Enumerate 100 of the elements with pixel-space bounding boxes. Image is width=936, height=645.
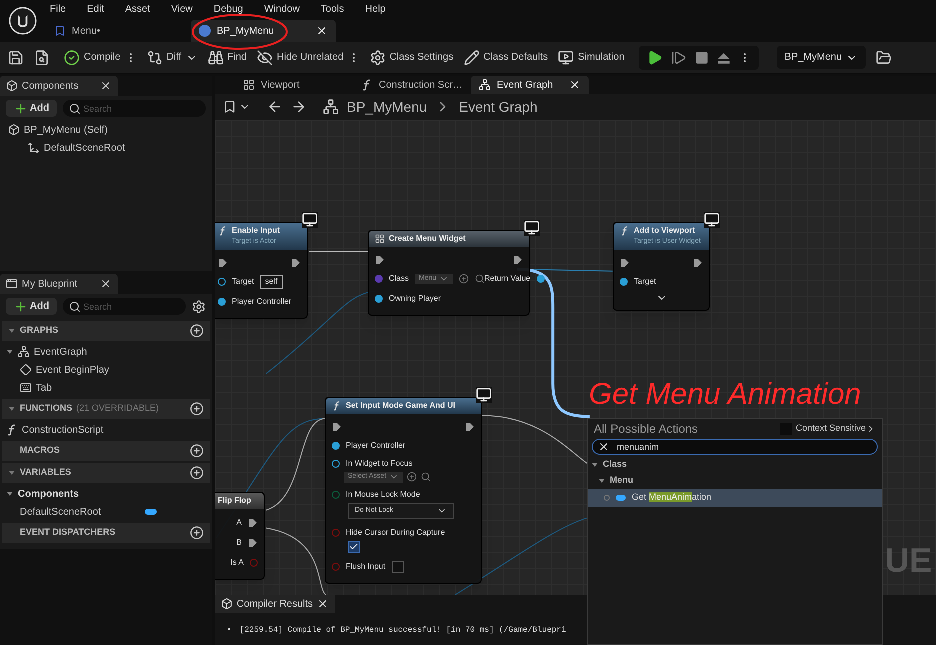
tree-item[interactable]: EventGraph [34, 344, 88, 360]
section-header[interactable]: EVENT DISPATCHERS [2, 523, 210, 543]
menu-item[interactable]: Window [264, 2, 300, 16]
menu-item[interactable]: View [171, 2, 193, 16]
toolbar-button[interactable]: Simulation [558, 50, 625, 66]
expand-arrow-icon[interactable] [6, 490, 14, 498]
graph-icon [18, 346, 30, 358]
logo-icon[interactable] [9, 7, 37, 35]
binoculars-icon [208, 50, 224, 66]
clear-icon[interactable] [598, 441, 610, 453]
graph-node[interactable]: Flip Flop A B Is A [215, 492, 265, 580]
use-asset-icon[interactable] [458, 274, 469, 284]
tree-item[interactable]: BP_MyMenu (Self) [24, 122, 108, 138]
debug-object-dropdown[interactable]: BP_MyMenu [776, 46, 866, 69]
expand-arrow-icon[interactable] [8, 405, 16, 413]
close-icon[interactable] [569, 79, 581, 91]
exec-pin-icon [375, 255, 385, 265]
play-controls[interactable] [638, 46, 759, 70]
toolbar-button[interactable]: Compile [64, 50, 121, 66]
tree-item[interactable]: DefaultSceneRoot [44, 140, 126, 156]
close-icon[interactable] [316, 25, 328, 37]
add-icon[interactable] [190, 444, 204, 458]
add-icon[interactable] [190, 526, 204, 540]
document-tab[interactable]: Menu• [46, 20, 191, 42]
eject-icon[interactable] [716, 50, 731, 64]
expand-arrow-icon[interactable] [8, 469, 16, 477]
step-icon[interactable] [670, 50, 687, 66]
toolbar-button[interactable]: Class Defaults [464, 50, 548, 66]
bookmark-icon[interactable] [223, 100, 237, 114]
toolbar-button[interactable]: Diff [146, 50, 198, 66]
checkbox[interactable] [392, 561, 404, 573]
tree-item[interactable]: Components [18, 486, 80, 502]
breadcrumb-item[interactable]: BP_MyMenu [347, 96, 428, 118]
save-icon[interactable] [8, 50, 24, 66]
document-tab[interactable]: BP_MyMenu [191, 20, 336, 42]
diamond-icon [20, 364, 32, 376]
close-icon[interactable] [100, 80, 112, 92]
editor-tab[interactable]: Viewport [235, 76, 353, 94]
play-icon[interactable] [646, 50, 663, 66]
section-header[interactable]: VARIABLES [2, 463, 210, 483]
add-button[interactable]: Add [6, 100, 58, 117]
plus-icon [14, 300, 28, 314]
breadcrumb-item[interactable]: Event Graph [459, 96, 538, 118]
add-icon[interactable] [190, 324, 204, 338]
menu-item[interactable]: File [50, 2, 66, 16]
folder-icon[interactable] [876, 50, 892, 66]
tree-item[interactable]: Event BeginPlay [36, 362, 110, 378]
expand-arrow-icon[interactable] [591, 461, 599, 469]
search-field[interactable]: menuanim [592, 439, 878, 455]
function-icon [620, 226, 630, 236]
category-label[interactable]: Menu [610, 474, 634, 488]
settings-icon[interactable] [192, 300, 206, 314]
tree-item[interactable]: ConstructionScript [22, 422, 104, 438]
tree-item[interactable]: Tab [36, 380, 52, 396]
search-icon[interactable] [420, 472, 431, 482]
menu-item[interactable]: Help [365, 2, 386, 16]
pin-label: Hide Cursor During Capture [346, 527, 446, 539]
forward-icon[interactable] [291, 99, 307, 115]
close-icon[interactable] [317, 598, 329, 610]
expand-arrow-icon[interactable] [6, 348, 14, 356]
search-icon[interactable] [474, 274, 485, 284]
editor-tab[interactable]: Event Graph [471, 76, 589, 94]
search-field[interactable]: Search [63, 100, 206, 117]
menu-item[interactable]: Tools [320, 2, 344, 16]
section-header[interactable]: FUNCTIONS (21 OVERRIDABLE) [2, 399, 210, 419]
menu-item[interactable]: Debug [214, 2, 244, 16]
pin-icon [332, 529, 340, 537]
toolbar-button[interactable]: Find [208, 50, 247, 66]
action-item[interactable]: Get MenuAnimation [588, 489, 882, 507]
tree-item[interactable]: DefaultSceneRoot [20, 504, 102, 520]
search-field[interactable]: Search [63, 298, 186, 315]
pin-label: In Mouse Lock Mode [346, 488, 420, 500]
expand-arrow-icon[interactable] [8, 327, 16, 335]
use-asset-icon[interactable] [406, 472, 417, 482]
pin-icon [332, 460, 340, 468]
pin-icon [218, 278, 226, 286]
back-icon[interactable] [267, 99, 283, 115]
editor-tab[interactable]: Construction Scr… [353, 76, 471, 94]
menu-item[interactable]: Edit [87, 2, 104, 16]
add-icon[interactable] [190, 402, 204, 416]
toolbar-button[interactable]: Class Settings [370, 50, 454, 66]
stop-icon[interactable] [694, 50, 709, 64]
panel-tab[interactable]: Components [0, 76, 118, 96]
pin-label: Is A [230, 557, 244, 569]
panel-tab[interactable]: Compiler Results [215, 595, 335, 613]
toolbar-button[interactable]: Hide Unrelated [256, 50, 344, 66]
value-field[interactable]: self [260, 274, 283, 288]
browse-icon[interactable] [34, 50, 50, 66]
add-button[interactable]: Add [6, 298, 58, 315]
section-header[interactable]: MACROS [2, 441, 210, 461]
log-message: [2259.54] Compile of BP_MyMenu successful! [in 70 ms] (/Game/Bluepri [240, 625, 566, 637]
checkbox[interactable] [348, 541, 360, 553]
close-icon[interactable] [100, 278, 112, 290]
add-icon[interactable] [190, 466, 204, 480]
menu-item[interactable]: Asset [125, 2, 150, 16]
category-label[interactable]: Class [603, 458, 628, 472]
expand-arrow-icon[interactable] [598, 477, 606, 485]
panel-tab[interactable]: My Blueprint [0, 274, 118, 294]
results-icon [221, 598, 233, 610]
section-header[interactable]: GRAPHS [2, 321, 210, 341]
